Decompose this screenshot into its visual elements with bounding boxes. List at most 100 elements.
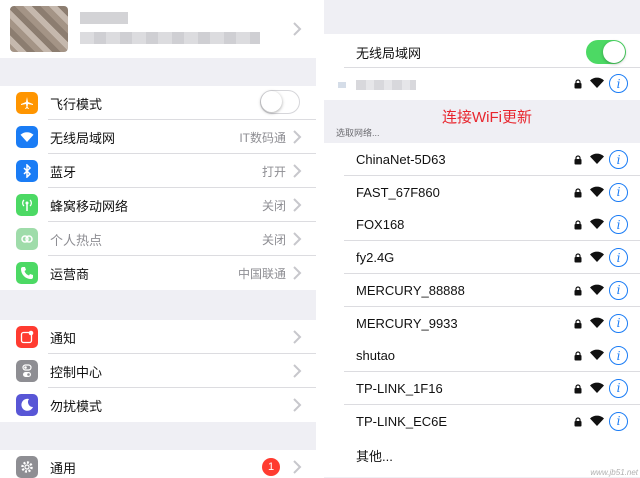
chevron-right-icon [292,459,302,475]
lock-icon [574,79,582,89]
settings-group: 飞行模式无线局域网 IT数码通蓝牙 打开蜂窝移动网络 关闭个人热点 关闭运营商 中国联通 [0,86,316,290]
wifi-signal-icon [590,349,604,361]
settings-row-label: 无线局域网 [50,130,116,146]
settings-row[interactable]: 控制中心 [0,354,316,388]
toggle-knob [261,91,282,112]
settings-row-label: 个人热点 [50,232,103,248]
lock-icon [574,253,582,263]
network-row[interactable]: FOX168 i [324,208,640,242]
control-center-icon [16,360,38,382]
network-name: MERCURY_9933 [356,315,458,331]
network-name: shutao [356,348,396,364]
info-button[interactable]: i [609,346,628,366]
settings-row[interactable]: 个人热点 关闭 [0,222,316,256]
network-row[interactable]: MERCURY_88888 i [324,273,640,307]
settings-row-value: 中国联通 [237,266,286,281]
wifi-signal-icon [590,186,604,197]
choose-network-label: 选取网络... [336,128,380,138]
avatar [10,6,68,52]
airplane-mode-toggle[interactable] [260,90,300,114]
info-button[interactable]: i [609,313,628,333]
settings-row[interactable]: 勿扰模式 [0,388,316,422]
wifi-signal-icon [590,382,604,393]
update-badge: 1 [262,458,280,476]
panel-divider [316,0,324,478]
wifi-signal-icon [590,219,604,230]
settings-row-value: 关闭 [261,232,286,247]
chevron-right-icon [292,329,302,345]
settings-row-label: 勿扰模式 [50,398,103,414]
cellular-icon [16,194,38,216]
chevron-right-icon [292,21,302,37]
row-separator [344,67,640,68]
settings-row[interactable]: 蓝牙 打开 [0,154,316,188]
profile-subtitle-blurred [80,32,260,44]
settings-row[interactable]: 飞行模式 [0,86,316,120]
settings-row-label: 通知 [50,330,77,346]
wifi-signal-icon [590,77,604,88]
network-row[interactable]: ChinaNet-5D63 i [324,143,640,176]
airplane-icon [16,92,38,114]
wlan-panel: 无线局域网 i 连接WiFi更新 选取网络... ChinaNet-5D63 i F… [324,0,640,478]
settings-row[interactable]: 运营商 中国联通 [0,256,316,290]
lock-icon [574,155,582,165]
wlan-label: 无线局域网 [356,46,422,61]
info-button[interactable]: i [609,378,628,398]
wifi-signal-icon [590,153,604,164]
settings-row[interactable]: 蜂窝移动网络 关闭 [0,188,316,222]
info-button[interactable]: i [609,248,628,268]
toggle-knob [603,41,625,63]
settings-row[interactable]: 无线局域网 IT数码通 [0,120,316,154]
wifi-signal-icon [590,317,604,328]
wifi-icon [16,126,38,148]
moon-icon [16,394,38,416]
network-name: TP-LINK_1F16 [356,380,443,396]
bluetooth-icon [16,160,38,182]
chevron-right-icon [292,129,302,145]
wlan-toggle[interactable] [586,40,626,64]
settings-group: 通知控制中心勿扰模式 [0,320,316,422]
settings-row[interactable]: 通用 1 [0,450,316,478]
settings-row-label: 蓝牙 [50,164,77,180]
settings-row-value: 打开 [261,164,286,179]
info-button[interactable]: i [609,215,628,235]
settings-row-value: IT数码通 [239,130,286,145]
network-row[interactable]: shutao i [324,339,640,373]
info-button[interactable]: i [609,150,628,169]
info-button[interactable]: i [609,411,628,431]
lock-icon [574,318,582,328]
settings-row[interactable]: 通知 [0,320,316,354]
wifi-signal-icon [590,251,604,263]
lock-icon [574,188,582,198]
network-row[interactable]: fy2.4G i [324,241,640,275]
lock-icon [574,351,582,361]
profile-row[interactable] [0,0,316,58]
annotation-text: 连接WiFi更新 [442,109,532,126]
settings-group: 通用 1 [0,450,316,478]
info-button[interactable]: i [609,280,628,300]
lock-icon [574,417,582,427]
chevron-right-icon [292,197,302,213]
chevron-right-icon [292,231,302,247]
info-button[interactable]: i [609,182,628,202]
connected-network-name-blurred [356,80,416,90]
network-name: FAST_67F860 [356,184,440,200]
network-row[interactable]: TP-LINK_1F16 i [324,371,640,405]
wlan-group: 无线局域网 i [324,34,640,100]
network-name: fy2.4G [356,250,395,266]
other-network-label: 其他... [356,449,393,465]
notifications-icon [16,326,38,348]
wifi-signal-icon [590,284,604,295]
network-row[interactable]: MERCURY_9933 i [324,306,640,340]
profile-name-blurred [80,12,128,24]
settings-row-label: 飞行模式 [50,96,103,112]
settings-row-label: 通用 [50,460,77,476]
chevron-right-icon [292,363,302,379]
settings-row-label: 蜂窝移动网络 [50,198,129,214]
lock-icon [574,286,582,296]
network-row[interactable]: FAST_67F860 i [324,175,640,209]
info-button[interactable]: i [609,74,628,93]
network-name: FOX168 [356,217,405,233]
network-row[interactable]: TP-LINK_EC6E i [324,404,640,438]
connected-network-blurred [338,82,346,88]
